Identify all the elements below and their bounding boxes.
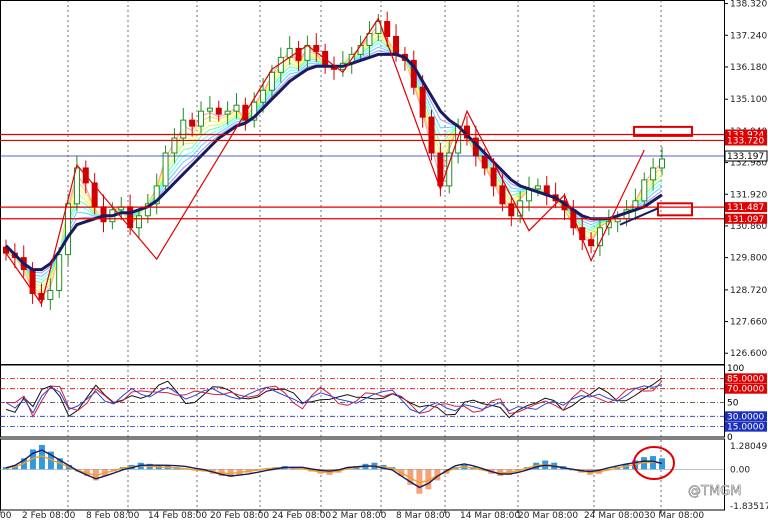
candle-body — [490, 167, 497, 187]
candle-body — [224, 110, 231, 115]
osc-axis-label: 85.0000 — [727, 374, 764, 384]
candle-body — [588, 239, 595, 247]
candle-body — [127, 206, 134, 229]
price-tick-label: 127.660 — [730, 318, 767, 328]
hist-bar — [659, 458, 665, 470]
candle-body — [65, 203, 72, 256]
candle-body — [481, 155, 488, 169]
candle-body — [534, 185, 541, 190]
candle-body — [508, 203, 515, 217]
time-label: 20 Mar 08:00 — [518, 511, 578, 521]
osc-axis-label: 70.0000 — [727, 385, 764, 395]
watermark-text: @TMGM — [688, 484, 741, 499]
candle-body — [100, 206, 107, 223]
candle-body — [455, 125, 462, 154]
price-tick-label: 135.100 — [730, 95, 767, 105]
candle-body — [437, 152, 444, 187]
ribbon-line — [5, 46, 663, 277]
candle-body — [268, 71, 275, 91]
price-tick-label: 137.240 — [730, 31, 767, 41]
time-label: 24 Mar 08:00 — [584, 511, 644, 521]
candle-body — [56, 254, 63, 291]
hist-axis-label: -1.83517 — [730, 502, 768, 512]
time-label: 00 — [0, 511, 12, 521]
level-tag-label: 133.720 — [727, 136, 764, 146]
price-axis: 126.600127.660128.720129.800130.860131.9… — [724, 0, 768, 359]
time-label: 8 Mar 08:00 — [396, 511, 451, 521]
time-label: 14 Mar 08:00 — [460, 511, 520, 521]
histogram-panel: 1.28049 0.00 -1.83517 — [0, 442, 768, 512]
moving-average-line — [4, 52, 663, 272]
candle-body — [215, 107, 222, 115]
candle-body — [650, 167, 657, 181]
time-label: 24 Feb 08:00 — [272, 511, 331, 521]
candle-body — [659, 158, 665, 169]
time-label: 14 Feb 08:00 — [148, 511, 207, 521]
ribbon-line — [5, 50, 663, 274]
price-tick-label: 126.600 — [730, 349, 767, 359]
candle-body — [135, 215, 142, 229]
time-axis: 00 2 Feb 08:00 8 Feb 08:00 14 Feb 08:00 20 F… — [0, 509, 724, 521]
candle-body — [304, 44, 311, 61]
hist-axis-label: 1.28049 — [730, 442, 767, 452]
price-tick-label: 129.800 — [730, 254, 767, 264]
price-tick-label: 128.720 — [730, 286, 767, 296]
candle-body — [393, 35, 400, 55]
oscillator-panel: 10085.000070.00005030.000015.00000 — [0, 364, 767, 443]
candle-body — [47, 289, 54, 300]
main-frame — [0, 0, 725, 365]
time-label: 8 Feb 08:00 — [86, 511, 140, 521]
price-tick-label: 138.320 — [730, 0, 767, 10]
candle-body — [29, 269, 36, 294]
candle-body — [419, 86, 426, 118]
candle-body — [189, 119, 196, 127]
hist-axis-label: 0.00 — [730, 465, 750, 475]
osc-axis-label: 15.0000 — [727, 423, 764, 433]
candle-body — [180, 119, 187, 139]
trading-chart: 10085.000070.00005030.000015.00000 1.280… — [0, 0, 768, 521]
price-tick-label: 136.180 — [730, 63, 767, 73]
osc-axis-label: 50 — [727, 399, 739, 409]
osc-axis-label: 30.0000 — [727, 412, 764, 422]
osc-axis-label: 100 — [727, 364, 744, 374]
candle-body — [499, 185, 506, 205]
level-tag-label: 131.487 — [727, 203, 764, 213]
candle-body — [260, 89, 267, 103]
candle-body — [162, 152, 169, 187]
candle-body — [198, 110, 205, 127]
level-tag-label: 131.097 — [727, 215, 764, 225]
candle-body — [233, 104, 240, 112]
candle-body — [641, 179, 648, 202]
oscillator-line-red — [5, 380, 663, 418]
candle-body — [384, 21, 391, 37]
candle-body — [357, 44, 364, 55]
grid-layer — [0, 0, 725, 511]
time-label: 2 Mar 08:00 — [332, 511, 387, 521]
price-tick-label: 131.920 — [730, 190, 767, 200]
level-tag-label: 133.197 — [727, 152, 764, 162]
highlight-box — [657, 202, 693, 217]
time-label: 30 Mar 08:00 — [644, 511, 704, 521]
candle-body — [206, 107, 213, 112]
chart-root: 100 85.0000 70.0000 50 30.0000 15.0000 0 1.280… — [0, 0, 768, 523]
main-panel — [0, 11, 724, 310]
